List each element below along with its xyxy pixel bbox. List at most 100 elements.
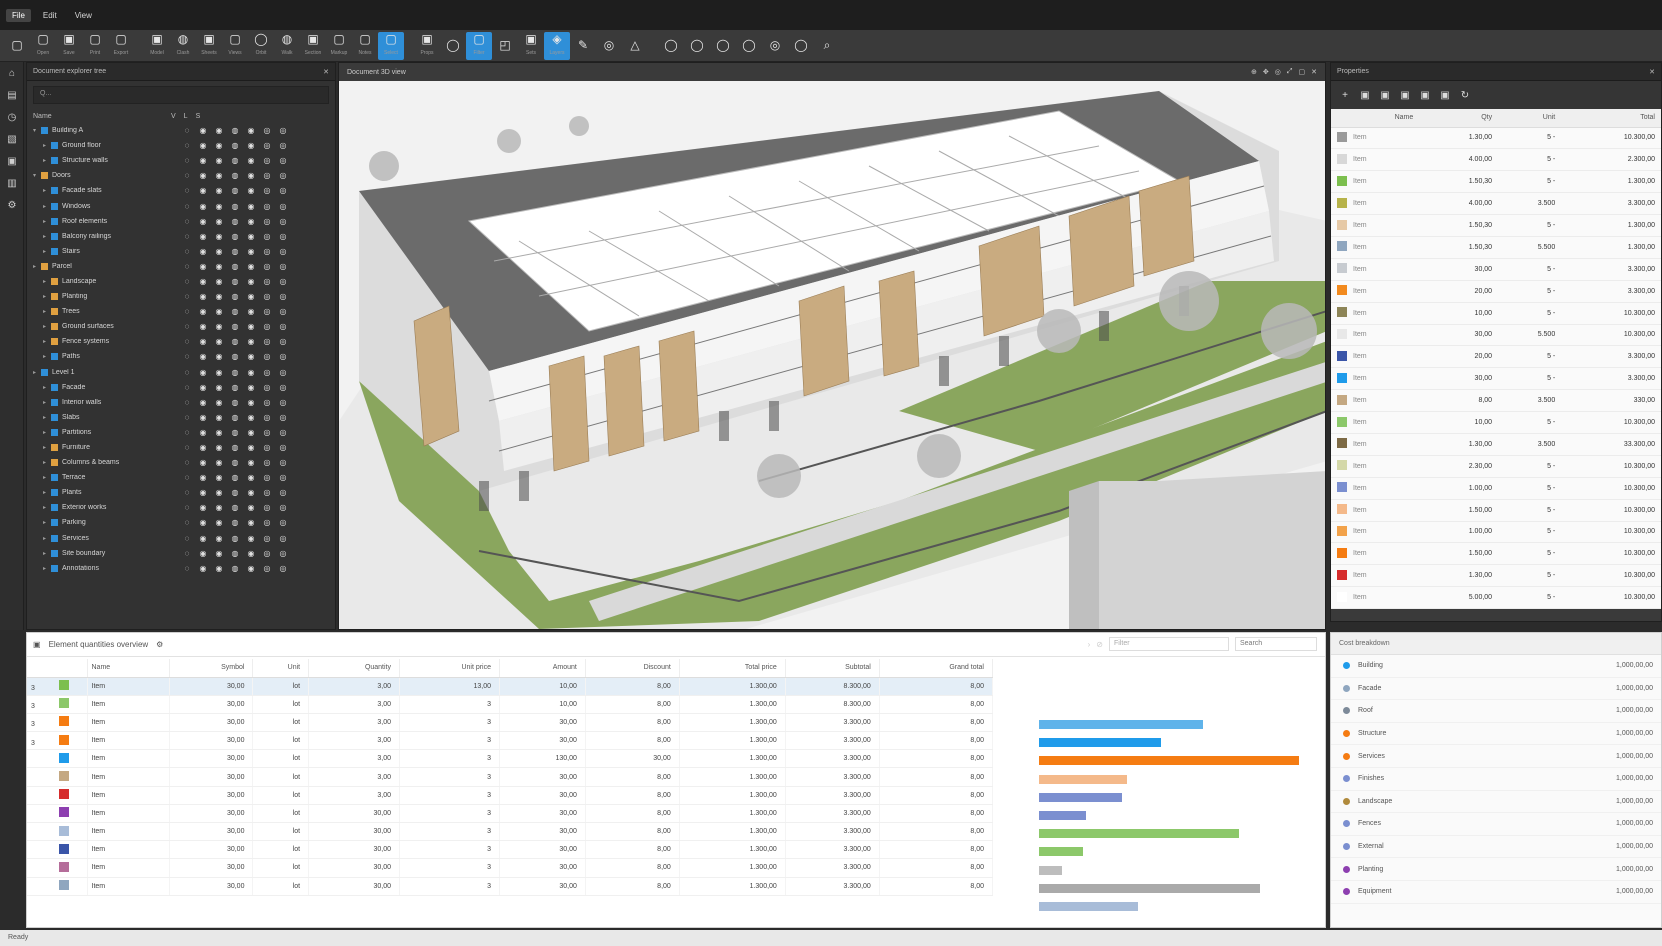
eye-icon[interactable]: ◉ (195, 534, 211, 543)
table-row[interactable]: 3 Item 30,00 lot 3,00 3 30,00 8,00 1.300,00 3.300… (27, 731, 994, 751)
color-icon[interactable]: ◎ (275, 473, 291, 482)
toolbar-button[interactable]: ▢ Markup (326, 32, 352, 60)
legend-row[interactable]: Services 1,000,00,00 (1331, 745, 1661, 768)
chevron-right-icon[interactable]: ▸ (43, 218, 51, 225)
copy-icon[interactable]: ▣ (1397, 87, 1413, 103)
color-icon[interactable]: ◎ (275, 186, 291, 195)
tree-row[interactable]: ▸ Windows ◌ ◉ ◉ ◍ ◉ ◎ ◎ (27, 198, 335, 213)
toolbar-button[interactable]: ▣ Props (414, 32, 440, 60)
color-icon[interactable]: ◎ (275, 368, 291, 377)
chevron-right-icon[interactable]: ▸ (43, 474, 51, 481)
visibility-icon[interactable]: ◌ (179, 126, 195, 135)
visibility-icon[interactable]: ◌ (179, 307, 195, 316)
pan-icon[interactable]: ✥ (1263, 68, 1269, 76)
toolbar-button[interactable]: △ (622, 32, 648, 60)
eye-icon[interactable]: ◉ (195, 473, 211, 482)
eye-icon[interactable]: ◉ (211, 352, 227, 361)
copy-icon[interactable]: ▣ (1417, 87, 1433, 103)
eye-icon[interactable]: ◉ (211, 126, 227, 135)
visibility-icon[interactable]: ◌ (179, 549, 195, 558)
color-icon[interactable]: ◎ (275, 322, 291, 331)
copy-icon[interactable]: ▣ (1437, 87, 1453, 103)
tree-row[interactable]: ▾ Building A ◌ ◉ ◉ ◍ ◉ ◎ ◎ (27, 123, 335, 138)
lock-icon[interactable]: ◉ (243, 413, 259, 422)
eye-icon[interactable]: ◉ (195, 292, 211, 301)
eye-icon[interactable]: ◉ (195, 458, 211, 467)
lock-icon[interactable]: ◍ (227, 171, 243, 180)
tree-row[interactable]: ▸ Parking ◌ ◉ ◉ ◍ ◉ ◎ ◎ (27, 515, 335, 530)
chevron-right-icon[interactable]: ▸ (43, 157, 51, 164)
properties-row[interactable]: Item 4.00,00 3.500 3.300,00 (1331, 192, 1661, 216)
toolbar-button[interactable]: ◎ (596, 32, 622, 60)
color-icon[interactable]: ◎ (275, 352, 291, 361)
eye-icon[interactable]: ◉ (211, 156, 227, 165)
color-icon[interactable]: ◎ (275, 503, 291, 512)
eye-icon[interactable]: ◉ (211, 398, 227, 407)
chevron-right-icon[interactable]: ▸ (43, 504, 51, 511)
chevron-right-icon[interactable]: ▸ (43, 308, 51, 315)
select-icon[interactable]: ◎ (259, 307, 275, 316)
legend-row[interactable]: Planting 1,000,00,00 (1331, 858, 1661, 881)
toolbar-button[interactable]: ▢ Print (82, 32, 108, 60)
lock-icon[interactable]: ◍ (227, 473, 243, 482)
lock-icon[interactable]: ◍ (227, 368, 243, 377)
toolbar-button[interactable]: ▢ Export (108, 32, 134, 60)
tree-search-input[interactable]: Q... (33, 86, 329, 104)
lock-icon[interactable]: ◍ (227, 262, 243, 271)
color-icon[interactable]: ◎ (275, 383, 291, 392)
visibility-icon[interactable]: ◌ (179, 534, 195, 543)
lock-icon[interactable]: ◉ (243, 171, 259, 180)
chevron-down-icon[interactable]: ▾ (33, 127, 41, 134)
lock-icon[interactable]: ◉ (243, 262, 259, 271)
home-icon[interactable]: ⌂ (0, 62, 24, 84)
lock-icon[interactable]: ◍ (227, 488, 243, 497)
properties-row[interactable]: Item 30,00 5 -3.300,00 (1331, 258, 1661, 281)
chevron-right-icon[interactable]: ▸ (43, 565, 51, 572)
toolbar-button[interactable]: ◍ Walk (274, 32, 300, 60)
select-icon[interactable]: ◎ (259, 488, 275, 497)
tree-row[interactable]: ▸ Structure walls ◌ ◉ ◉ ◍ ◉ ◎ ◎ (27, 153, 335, 168)
select-icon[interactable]: ◎ (259, 503, 275, 512)
properties-row[interactable]: Item 20,00 5 -3.300,00 (1331, 345, 1661, 369)
lock-icon[interactable]: ◉ (243, 141, 259, 150)
eye-icon[interactable]: ◉ (195, 564, 211, 573)
eye-icon[interactable]: ◉ (211, 262, 227, 271)
visibility-icon[interactable]: ◌ (179, 564, 195, 573)
lock-icon[interactable]: ◉ (243, 518, 259, 527)
lock-icon[interactable]: ◉ (243, 428, 259, 437)
eye-icon[interactable]: ◉ (195, 518, 211, 527)
toolbar-button[interactable]: ▣ Save (56, 32, 82, 60)
select-icon[interactable]: ◎ (259, 277, 275, 286)
color-icon[interactable]: ◎ (275, 232, 291, 241)
copy-icon[interactable]: ▣ (1357, 87, 1373, 103)
lock-icon[interactable]: ◉ (243, 292, 259, 301)
color-icon[interactable]: ◎ (275, 277, 291, 286)
toolbar-button[interactable]: ◰ (492, 32, 518, 60)
quantities-column-5[interactable]: Unit price (399, 659, 501, 678)
select-icon[interactable]: ◎ (259, 534, 275, 543)
fit-icon[interactable]: ⤢ (1287, 68, 1293, 76)
properties-row[interactable]: Item 30,00 5 -3.300,00 (1331, 367, 1661, 391)
chevron-right-icon[interactable]: ▸ (43, 142, 51, 149)
table-row[interactable]: 3 Item 30,00 lot 3,00 3 10,00 8,00 1.300,00 8.300… (27, 695, 994, 714)
lock-icon[interactable]: ◉ (243, 564, 259, 573)
toolbar-button[interactable]: ✎ (570, 32, 596, 60)
eye-icon[interactable]: ◉ (195, 141, 211, 150)
eye-icon[interactable]: ◉ (195, 413, 211, 422)
quantities-column-4[interactable]: Quantity (308, 659, 401, 678)
visibility-icon[interactable]: ◌ (179, 292, 195, 301)
visibility-icon[interactable]: ◌ (179, 262, 195, 271)
lock-icon[interactable]: ◉ (243, 534, 259, 543)
tree-row[interactable]: ▸ Landscape ◌ ◉ ◉ ◍ ◉ ◎ ◎ (27, 274, 335, 289)
properties-row[interactable]: Item 1.30,00 5 -10.300,00 (1331, 564, 1661, 588)
table-row[interactable]: Item 30,00 lot 30,00 3 30,00 8,00 1.300,00 3.300… (27, 840, 994, 860)
eye-icon[interactable]: ◉ (211, 217, 227, 226)
color-icon[interactable]: ◎ (275, 534, 291, 543)
properties-row[interactable]: Item 1.50,30 5 -1.300,00 (1331, 170, 1661, 194)
quantities-column-0[interactable] (27, 659, 88, 678)
chevron-right-icon[interactable]: ▸ (43, 338, 51, 345)
lock-icon[interactable]: ◉ (243, 443, 259, 452)
filter-select[interactable]: Search (1235, 637, 1317, 651)
eye-icon[interactable]: ◉ (195, 247, 211, 256)
eye-icon[interactable]: ◉ (211, 247, 227, 256)
